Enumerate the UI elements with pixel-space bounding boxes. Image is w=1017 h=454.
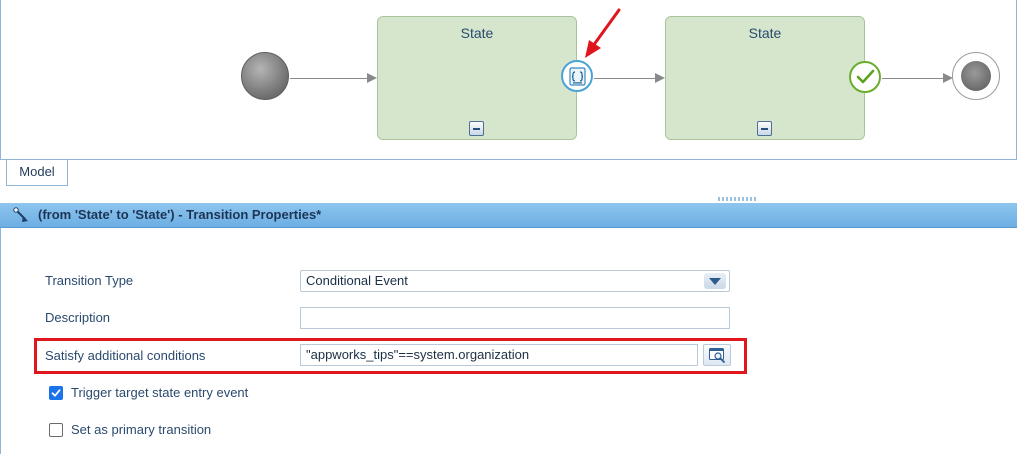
arrowhead bbox=[655, 73, 665, 83]
properties-panel-header: (from 'State' to 'State') - Transition P… bbox=[0, 203, 1017, 228]
connector-state1-to-state2[interactable] bbox=[594, 78, 656, 79]
description-field[interactable] bbox=[300, 307, 730, 329]
transition-type-value: Conditional Event bbox=[306, 273, 408, 288]
start-event[interactable] bbox=[241, 52, 289, 100]
state-node-2[interactable]: State bbox=[665, 16, 865, 140]
transition-type-label: Transition Type bbox=[45, 273, 134, 288]
trigger-entry-checkbox[interactable] bbox=[49, 386, 63, 400]
connector-state2-to-end[interactable] bbox=[882, 78, 944, 79]
transition-icon bbox=[13, 207, 28, 222]
annotation-highlight-box bbox=[34, 338, 747, 374]
check-circle-icon[interactable] bbox=[849, 61, 881, 93]
state-title: State bbox=[460, 25, 494, 41]
transition-type-select[interactable]: Conditional Event bbox=[300, 270, 730, 292]
primary-transition-label: Set as primary transition bbox=[71, 422, 212, 437]
panel-title: (from 'State' to 'State') - Transition P… bbox=[38, 207, 322, 222]
collapse-icon[interactable] bbox=[757, 121, 772, 136]
primary-transition-checkbox[interactable] bbox=[49, 423, 63, 437]
collapse-icon[interactable] bbox=[469, 121, 484, 136]
end-event[interactable] bbox=[952, 52, 1000, 100]
state-title: State bbox=[748, 25, 782, 41]
annotation-arrow-icon bbox=[585, 8, 621, 58]
panel-splitter-handle[interactable] bbox=[718, 197, 758, 201]
description-label: Description bbox=[45, 310, 111, 325]
trigger-entry-label: Trigger target state entry event bbox=[71, 385, 249, 400]
process-diagram-canvas[interactable]: State State bbox=[0, 0, 1017, 160]
arrowhead bbox=[367, 73, 377, 83]
tab-model[interactable]: Model bbox=[6, 160, 68, 186]
connector-start-to-state1[interactable] bbox=[290, 78, 368, 79]
checkmark-icon bbox=[51, 389, 61, 397]
chevron-down-icon[interactable] bbox=[704, 273, 726, 289]
state-node-1[interactable]: State bbox=[377, 16, 577, 140]
condition-script-icon[interactable] bbox=[561, 60, 593, 92]
